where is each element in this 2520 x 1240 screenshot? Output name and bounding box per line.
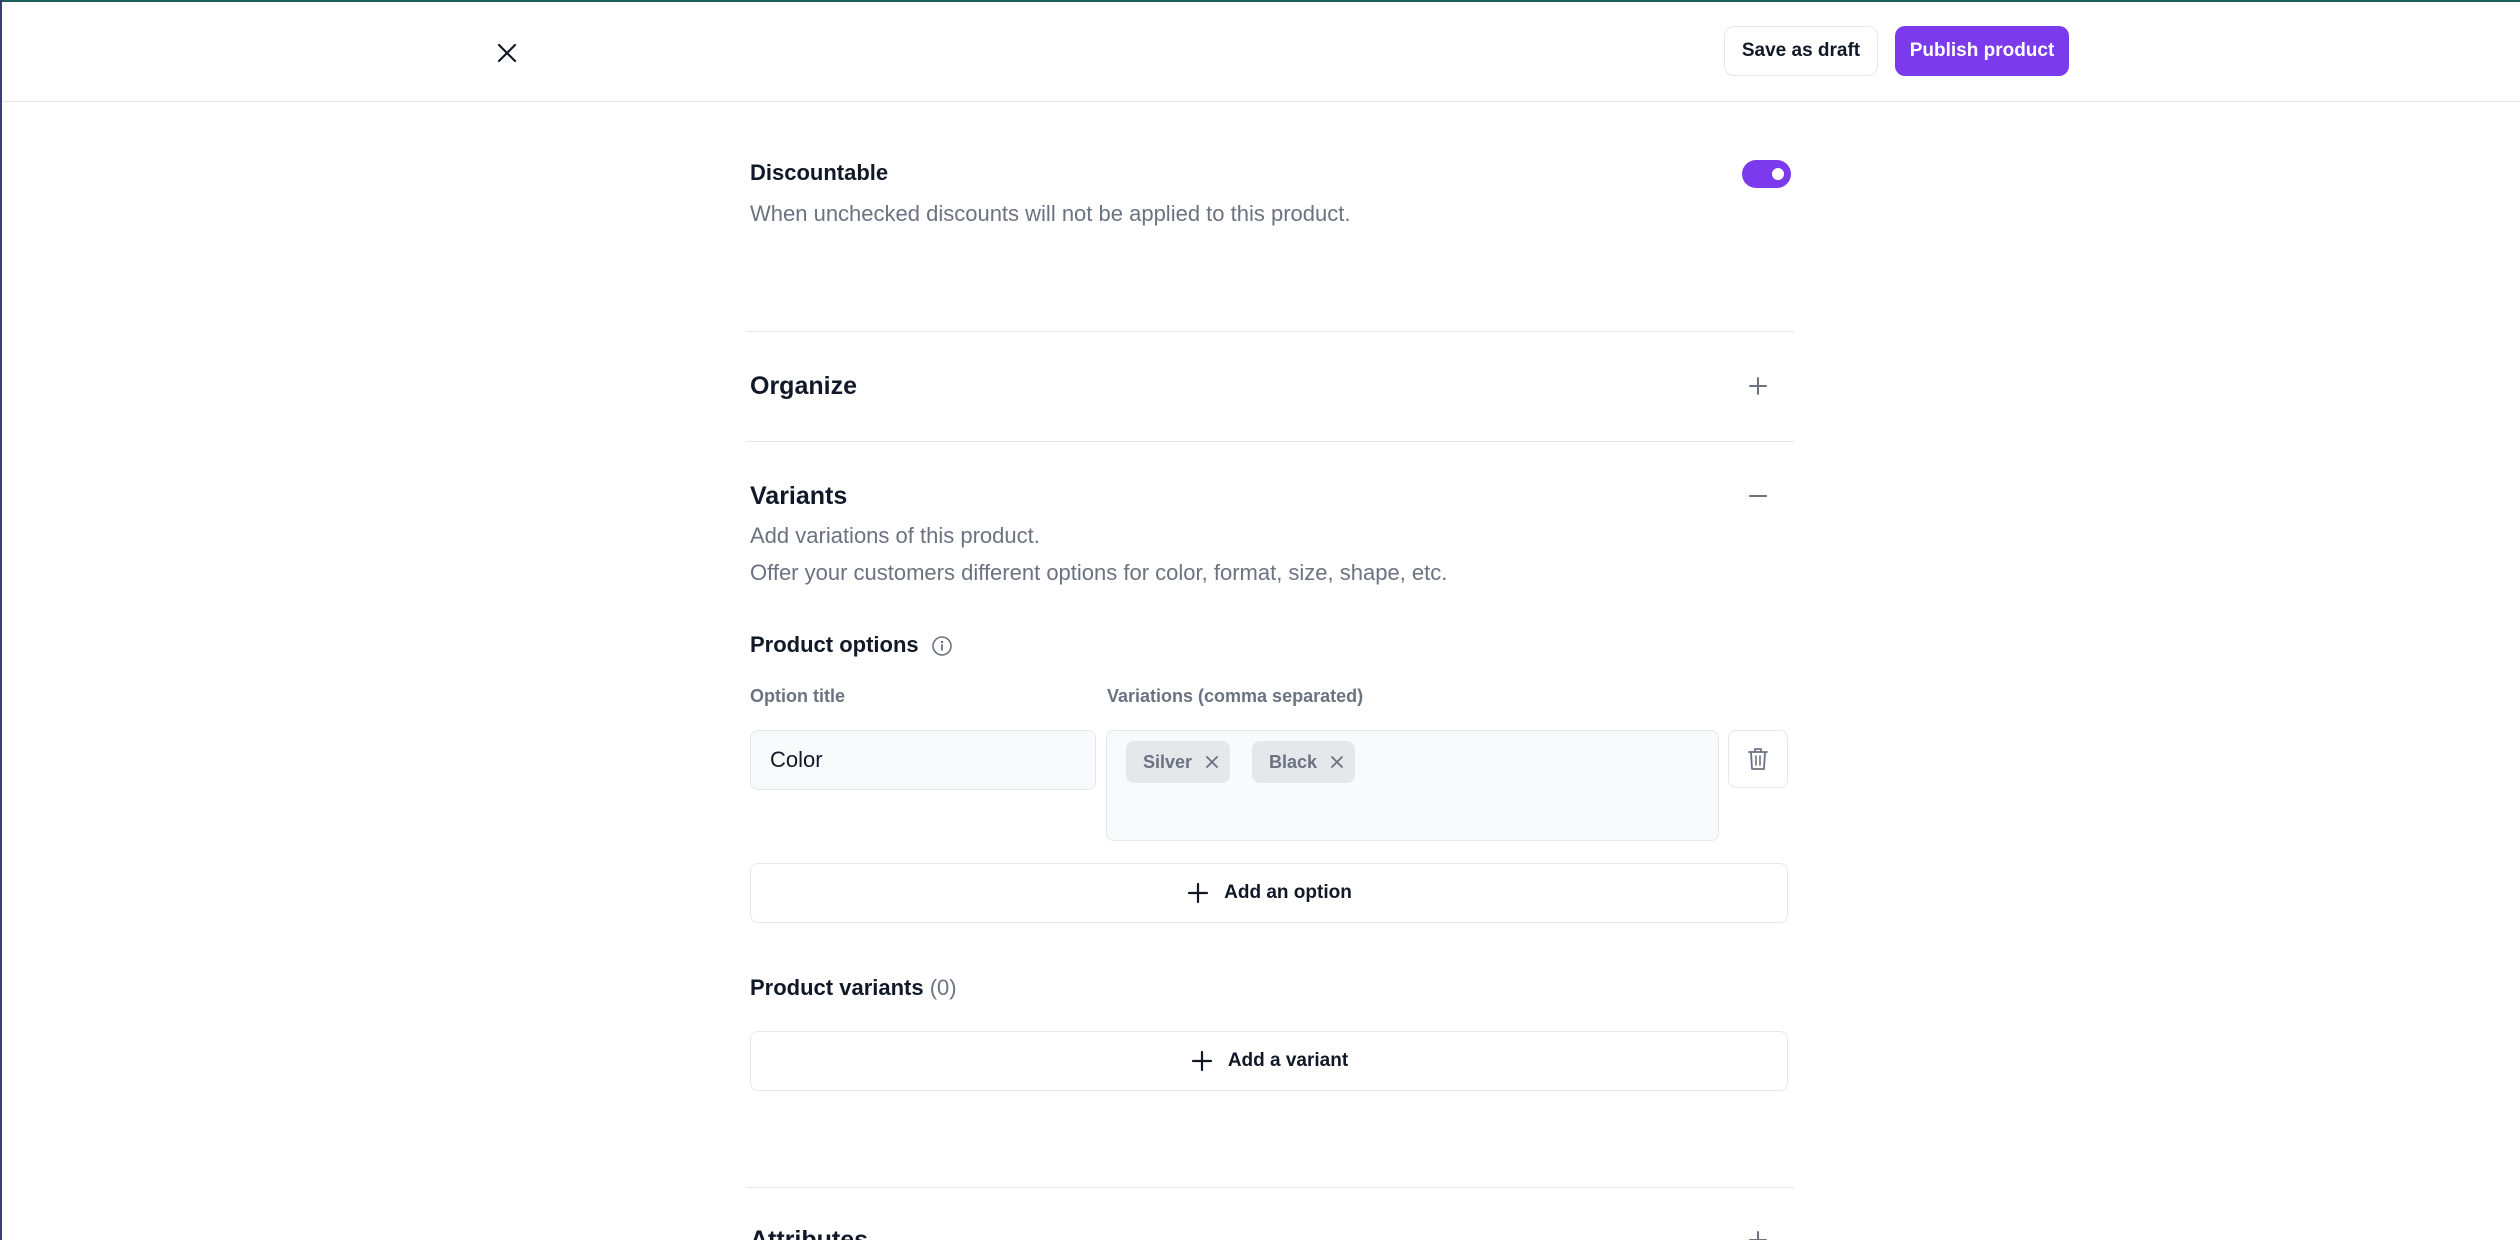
- save-draft-button[interactable]: Save as draft: [1724, 26, 1878, 76]
- organize-title: Organize: [750, 372, 857, 400]
- discountable-title: Discountable: [750, 160, 889, 185]
- option-title-value: Color: [770, 747, 823, 772]
- toggle-knob: [1772, 168, 1784, 180]
- variation-chip[interactable]: Silver: [1126, 741, 1231, 783]
- variation-chip-label: Black: [1269, 751, 1318, 772]
- plus-icon: [1191, 1050, 1212, 1072]
- attributes-title: Attributes: [750, 1226, 869, 1240]
- delete-option-button[interactable]: [1728, 730, 1788, 788]
- left-accent-line: [0, 0, 2, 1240]
- discountable-toggle[interactable]: [1742, 160, 1791, 188]
- add-option-label: Add an option: [1224, 882, 1352, 903]
- plus-icon: [1188, 882, 1209, 904]
- collapse-variants-icon[interactable]: [1746, 484, 1770, 508]
- product-options-label: Product options: [750, 632, 919, 657]
- product-variants-label: Product variants: [750, 975, 924, 1000]
- add-option-button[interactable]: Add an option: [750, 863, 1788, 923]
- divider: [746, 441, 1794, 442]
- divider: [746, 331, 1794, 332]
- close-button[interactable]: [492, 38, 522, 68]
- trash-icon: [1748, 748, 1768, 770]
- option-title-input[interactable]: Color: [750, 730, 1096, 790]
- variants-description-2: Offer your customers different options f…: [750, 560, 1448, 585]
- close-icon: [497, 43, 517, 63]
- remove-chip-icon[interactable]: [1329, 754, 1345, 770]
- product-variants-count: (0): [929, 975, 957, 1000]
- product-options-heading: Product options: [750, 632, 953, 658]
- variations-label: Variations (comma separated): [1107, 686, 1364, 706]
- add-variant-button[interactable]: Add a variant: [750, 1031, 1788, 1091]
- publish-product-button[interactable]: Publish product: [1895, 26, 2069, 76]
- discountable-description: When unchecked discounts will not be app…: [750, 201, 1351, 226]
- variation-chip[interactable]: Black: [1252, 741, 1356, 783]
- top-bar: Save as draft Publish product: [2, 2, 2520, 102]
- variants-title: Variants: [750, 482, 848, 510]
- option-title-label: Option title: [750, 686, 845, 706]
- remove-chip-icon[interactable]: [1204, 754, 1220, 770]
- variants-description-1: Add variations of this product.: [750, 523, 1040, 548]
- info-icon[interactable]: [931, 635, 953, 657]
- product-variants-heading: Product variants (0): [750, 975, 957, 1001]
- variation-chip-label: Silver: [1143, 751, 1193, 772]
- variations-input[interactable]: Silver Black: [1106, 730, 1719, 841]
- divider: [746, 1187, 1794, 1188]
- add-variant-label: Add a variant: [1227, 1050, 1349, 1071]
- expand-organize-icon[interactable]: [1746, 374, 1770, 398]
- expand-attributes-icon[interactable]: [1746, 1228, 1770, 1240]
